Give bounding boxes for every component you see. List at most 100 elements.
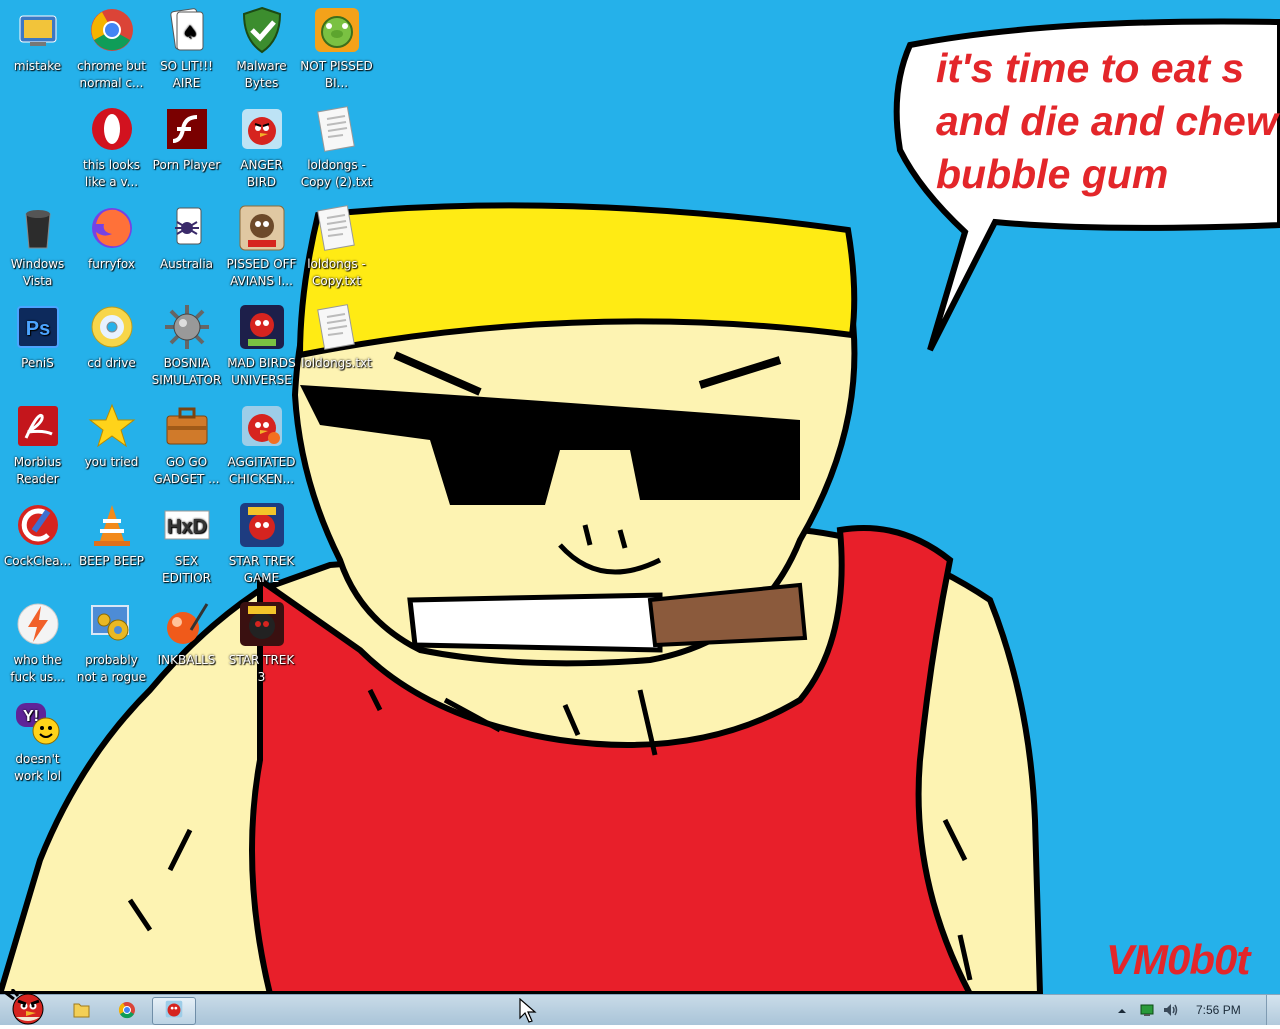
desktop-icon-label: mistake bbox=[13, 59, 62, 73]
taskbar-clock[interactable]: 7:56 PM bbox=[1196, 1003, 1241, 1017]
network-tray-button[interactable] bbox=[1139, 1002, 1155, 1018]
svg-text:♠: ♠ bbox=[181, 22, 197, 43]
show-hidden-icons-button[interactable] bbox=[1116, 1003, 1128, 1017]
desktop-icon-label: Malware Bytes bbox=[236, 59, 287, 90]
desktop-icon[interactable]: ♠ SO LIT!!! AIRE bbox=[149, 0, 224, 92]
desktop-icon[interactable]: this looks like a v... bbox=[74, 99, 149, 191]
angry-bird-icon bbox=[238, 105, 286, 153]
desktop-icon[interactable]: furryfox bbox=[74, 198, 149, 273]
desktop-icon[interactable]: HxD SEX EDITIOR bbox=[149, 495, 224, 587]
desktop-icon[interactable]: AGGITATED CHICKEN... bbox=[224, 396, 299, 488]
svg-text:HxD: HxD bbox=[166, 516, 206, 538]
star-icon bbox=[88, 402, 136, 450]
desktop-icon-label: INKBALLS bbox=[157, 653, 216, 667]
desktop-icon-label: loldongs - Copy (2).txt bbox=[300, 158, 373, 189]
desktop-icon[interactable]: probably not a rogue bbox=[74, 594, 149, 686]
desktop-icon-label: MAD BIRDS UNIVERSE bbox=[227, 356, 296, 387]
desktop-icon[interactable]: mistake bbox=[0, 0, 75, 75]
desktop-icon[interactable]: loldongs - Copy.txt bbox=[299, 198, 374, 290]
desktop-icon[interactable]: you tried bbox=[74, 396, 149, 471]
shield-check-icon bbox=[238, 6, 286, 54]
show-desktop-button[interactable] bbox=[1266, 995, 1280, 1025]
desktop-icon-label: furryfox bbox=[88, 257, 135, 271]
desktop-icon[interactable]: PISSED OFF AVIANS I... bbox=[224, 198, 299, 290]
vlc-cone-icon bbox=[88, 501, 136, 549]
desktop-icon[interactable]: ANGER BIRD bbox=[224, 99, 299, 191]
desktop-icon-label: NOT PISSED BI... bbox=[300, 59, 373, 90]
chrome-icon bbox=[118, 1002, 135, 1019]
desktop-icon[interactable]: STAR TREK GAME bbox=[224, 495, 299, 587]
firefox-icon bbox=[88, 204, 136, 252]
desktop-icon-label: cd drive bbox=[87, 356, 136, 370]
desktop-icon-label: CockClea... bbox=[3, 554, 72, 568]
desktop-icon-label: PeniS bbox=[21, 356, 54, 370]
chrome-icon bbox=[88, 6, 136, 54]
taskbar-angry-birds-button[interactable] bbox=[152, 997, 196, 1025]
desktop-icon-label: Porn Player bbox=[152, 158, 221, 172]
desktop-icon-label: STAR TREK GAME bbox=[228, 554, 295, 585]
desktop-icon-label: BOSNIA SIMULATOR bbox=[151, 356, 222, 387]
desktop-icon[interactable]: MAD BIRDS UNIVERSE bbox=[224, 297, 299, 389]
wallpaper-signature: VM0b0t bbox=[1106, 936, 1250, 983]
desktop-icon[interactable]: Australia bbox=[149, 198, 224, 273]
angry-bird-icon bbox=[238, 402, 286, 450]
speech-line-3: bubble gum bbox=[936, 151, 1169, 197]
desktop-icon[interactable]: BOSNIA SIMULATOR bbox=[149, 297, 224, 389]
system-control-panel-icon bbox=[14, 6, 62, 54]
desktop-icon[interactable]: GO GO GADGET ... bbox=[149, 396, 224, 488]
desktop-icon-label: GO GO GADGET ... bbox=[153, 455, 220, 486]
desktop-icon[interactable]: Y! doesn't work lol bbox=[0, 693, 75, 785]
angry-birds-star-wars-icon bbox=[238, 600, 286, 648]
desktop-icon[interactable]: Windows Vista bbox=[0, 198, 75, 290]
volume-icon bbox=[1164, 1004, 1178, 1016]
flash-player-icon bbox=[163, 105, 211, 153]
desktop-icon[interactable]: chrome but normal c... bbox=[74, 0, 149, 92]
taskbar-chrome-button[interactable] bbox=[108, 997, 146, 1023]
opera-icon bbox=[88, 105, 136, 153]
angry-birds-star-wars-icon bbox=[238, 501, 286, 549]
angry-birds-seasons-icon bbox=[238, 204, 286, 252]
desktop-icon-label: Morbius Reader bbox=[13, 455, 62, 486]
taskbar-folder-button[interactable] bbox=[62, 997, 100, 1023]
photoshop-icon: Ps bbox=[14, 303, 62, 351]
desktop-icon-label: you tried bbox=[84, 455, 139, 469]
desktop-icon-label: Australia bbox=[159, 257, 214, 271]
desktop-icon[interactable]: CockClea... bbox=[0, 495, 75, 570]
angry-bird-icon bbox=[165, 1000, 183, 1018]
desktop-icon-label: PISSED OFF AVIANS I... bbox=[226, 257, 297, 288]
desktop-icon-label: loldongs - Copy.txt bbox=[307, 257, 366, 288]
cd-disc-icon bbox=[88, 303, 136, 351]
desktop-icon[interactable]: BEEP BEEP bbox=[74, 495, 149, 570]
desktop-icon-label: doesn't work lol bbox=[14, 752, 61, 783]
desktop-icon[interactable]: INKBALLS bbox=[149, 594, 224, 669]
desktop-icon-label: ANGER BIRD bbox=[240, 158, 283, 189]
volume-tray-button[interactable] bbox=[1162, 1002, 1180, 1018]
desktop-icon-label: loldongs.txt bbox=[301, 356, 372, 370]
desktop-icon-label: this looks like a v... bbox=[83, 158, 140, 189]
desktop-icon[interactable]: Ps PeniS bbox=[0, 297, 75, 372]
solitaire-cards-icon: ♠ bbox=[163, 6, 211, 54]
desktop-icon[interactable]: loldongs - Copy (2).txt bbox=[299, 99, 374, 191]
green-pig-icon bbox=[313, 6, 361, 54]
desktop-icon[interactable]: who the fuck us... bbox=[0, 594, 75, 686]
ccleaner-icon bbox=[14, 501, 62, 549]
desktop-icon[interactable]: NOT PISSED BI... bbox=[299, 0, 374, 92]
start-button[interactable] bbox=[2, 988, 52, 1025]
svg-text:Ps: Ps bbox=[25, 318, 49, 340]
folder-icon bbox=[73, 1003, 90, 1018]
spider-solitaire-icon bbox=[163, 204, 211, 252]
speech-bubble-text: it's time to eat s and die and chew bubb… bbox=[936, 42, 1280, 201]
briefcase-icon bbox=[163, 402, 211, 450]
desktop-icon-label: AGGITATED CHICKEN... bbox=[227, 455, 296, 486]
desktop-icon[interactable]: Porn Player bbox=[149, 99, 224, 174]
desktop-icon-label: Windows Vista bbox=[10, 257, 65, 288]
desktop-icon-label: who the fuck us... bbox=[10, 653, 65, 684]
desktop-icon-label: BEEP BEEP bbox=[78, 554, 145, 568]
desktop-icon[interactable]: cd drive bbox=[74, 297, 149, 372]
inkball-icon bbox=[163, 600, 211, 648]
desktop-icon[interactable]: loldongs.txt bbox=[299, 297, 374, 372]
desktop-icon[interactable]: Malware Bytes bbox=[224, 0, 299, 92]
lightning-app-icon bbox=[14, 600, 62, 648]
desktop-icon[interactable]: STAR TREK 3 bbox=[224, 594, 299, 686]
desktop-icon[interactable]: Morbius Reader bbox=[0, 396, 75, 488]
